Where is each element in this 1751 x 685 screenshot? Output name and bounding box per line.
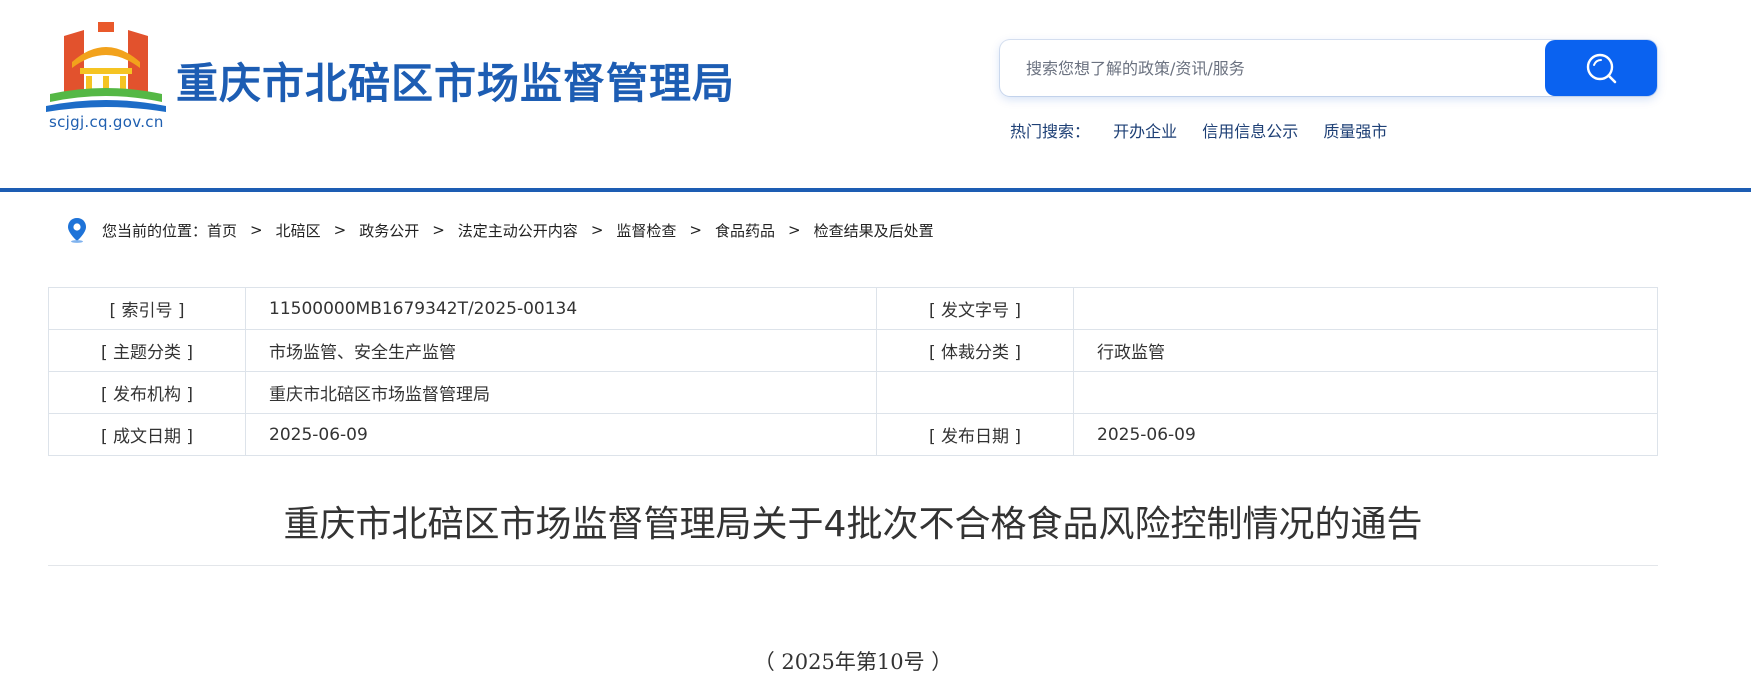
empty-cell <box>876 371 1074 414</box>
breadcrumb-gov-affairs[interactable]: 政务公开 <box>359 220 419 241</box>
topic-label: [ 主题分类 ] <box>48 329 246 372</box>
search-input[interactable] <box>1000 40 1540 96</box>
created-date-label: [ 成文日期 ] <box>48 413 246 456</box>
breadcrumb-food-drug[interactable]: 食品药品 <box>715 220 775 241</box>
document-number: （ 2025年第10号 ） <box>753 650 953 674</box>
publisher-label: [ 发布机构 ] <box>48 371 246 414</box>
breadcrumb-inspection-results[interactable]: 检查结果及后处置 <box>814 220 934 241</box>
hot-search: 热门搜索： 开办企业 信用信息公示 质量强市 <box>1010 118 1407 142</box>
breadcrumb: 您当前的位置： 首页 > 北碚区 > 政务公开 > 法定主动公开内容 > 监督检… <box>66 216 934 244</box>
publisher-value: 重庆市北碚区市场监督管理局 <box>245 371 877 414</box>
document-info-table: [ 索引号 ] 11500000MB1679342T/2025-00134 [ … <box>48 287 1658 456</box>
breadcrumb-home[interactable]: 首页 <box>207 220 237 241</box>
doc-no-value <box>1073 287 1658 330</box>
genre-value: 行政监管 <box>1073 329 1658 372</box>
table-row: [ 发布机构 ] 重庆市北碚区市场监督管理局 <box>48 371 1658 414</box>
published-date-label: [ 发布日期 ] <box>876 413 1074 456</box>
table-row: [ 主题分类 ] 市场监管、安全生产监管 [ 体裁分类 ] 行政监管 <box>48 329 1658 372</box>
breadcrumb-supervision[interactable]: 监督检查 <box>616 220 676 241</box>
article-title: 重庆市北碚区市场监督管理局关于4批次不合格食品风险控制情况的通告 <box>283 504 1423 545</box>
location-pin-icon <box>68 218 86 243</box>
topic-value: 市场监管、安全生产监管 <box>245 329 877 372</box>
search-icon <box>1586 53 1617 84</box>
hot-link-start-business[interactable]: 开办企业 <box>1113 122 1177 141</box>
title-divider <box>48 565 1658 566</box>
created-date-value: 2025-06-09 <box>245 413 877 456</box>
search-button[interactable] <box>1545 40 1657 96</box>
index-value: 11500000MB1679342T/2025-00134 <box>245 287 877 330</box>
hot-link-credit-info[interactable]: 信用信息公示 <box>1202 122 1298 141</box>
site-domain: scjgj.cq.gov.cn <box>49 113 164 131</box>
site-title[interactable]: 重庆市北碚区市场监督管理局 <box>176 50 735 111</box>
hot-link-quality[interactable]: 质量强市 <box>1323 122 1387 141</box>
published-date-value: 2025-06-09 <box>1073 413 1658 456</box>
search-bar <box>1000 40 1657 96</box>
index-label: [ 索引号 ] <box>48 287 246 330</box>
hot-search-label: 热门搜索： <box>1010 122 1091 141</box>
breadcrumb-separator: > <box>590 221 604 239</box>
breadcrumb-separator: > <box>788 221 801 239</box>
city-gate-emblem-icon <box>46 22 166 112</box>
table-row: [ 成文日期 ] 2025-06-09 [ 发布日期 ] 2025-06-09 <box>48 413 1658 456</box>
header-divider <box>0 188 1751 192</box>
breadcrumb-beibei[interactable]: 北碚区 <box>276 220 321 241</box>
breadcrumb-separator: > <box>432 221 445 239</box>
table-row: [ 索引号 ] 11500000MB1679342T/2025-00134 [ … <box>48 287 1658 330</box>
genre-label: [ 体裁分类 ] <box>876 329 1074 372</box>
breadcrumb-separator: > <box>250 221 263 239</box>
breadcrumb-prefix: 您当前的位置： <box>102 221 208 240</box>
doc-no-label: [ 发文字号 ] <box>876 287 1074 330</box>
breadcrumb-separator: > <box>333 221 347 239</box>
breadcrumb-separator: > <box>689 221 702 239</box>
breadcrumb-statutory-disclosure[interactable]: 法定主动公开内容 <box>458 220 578 241</box>
empty-cell <box>1073 371 1658 414</box>
